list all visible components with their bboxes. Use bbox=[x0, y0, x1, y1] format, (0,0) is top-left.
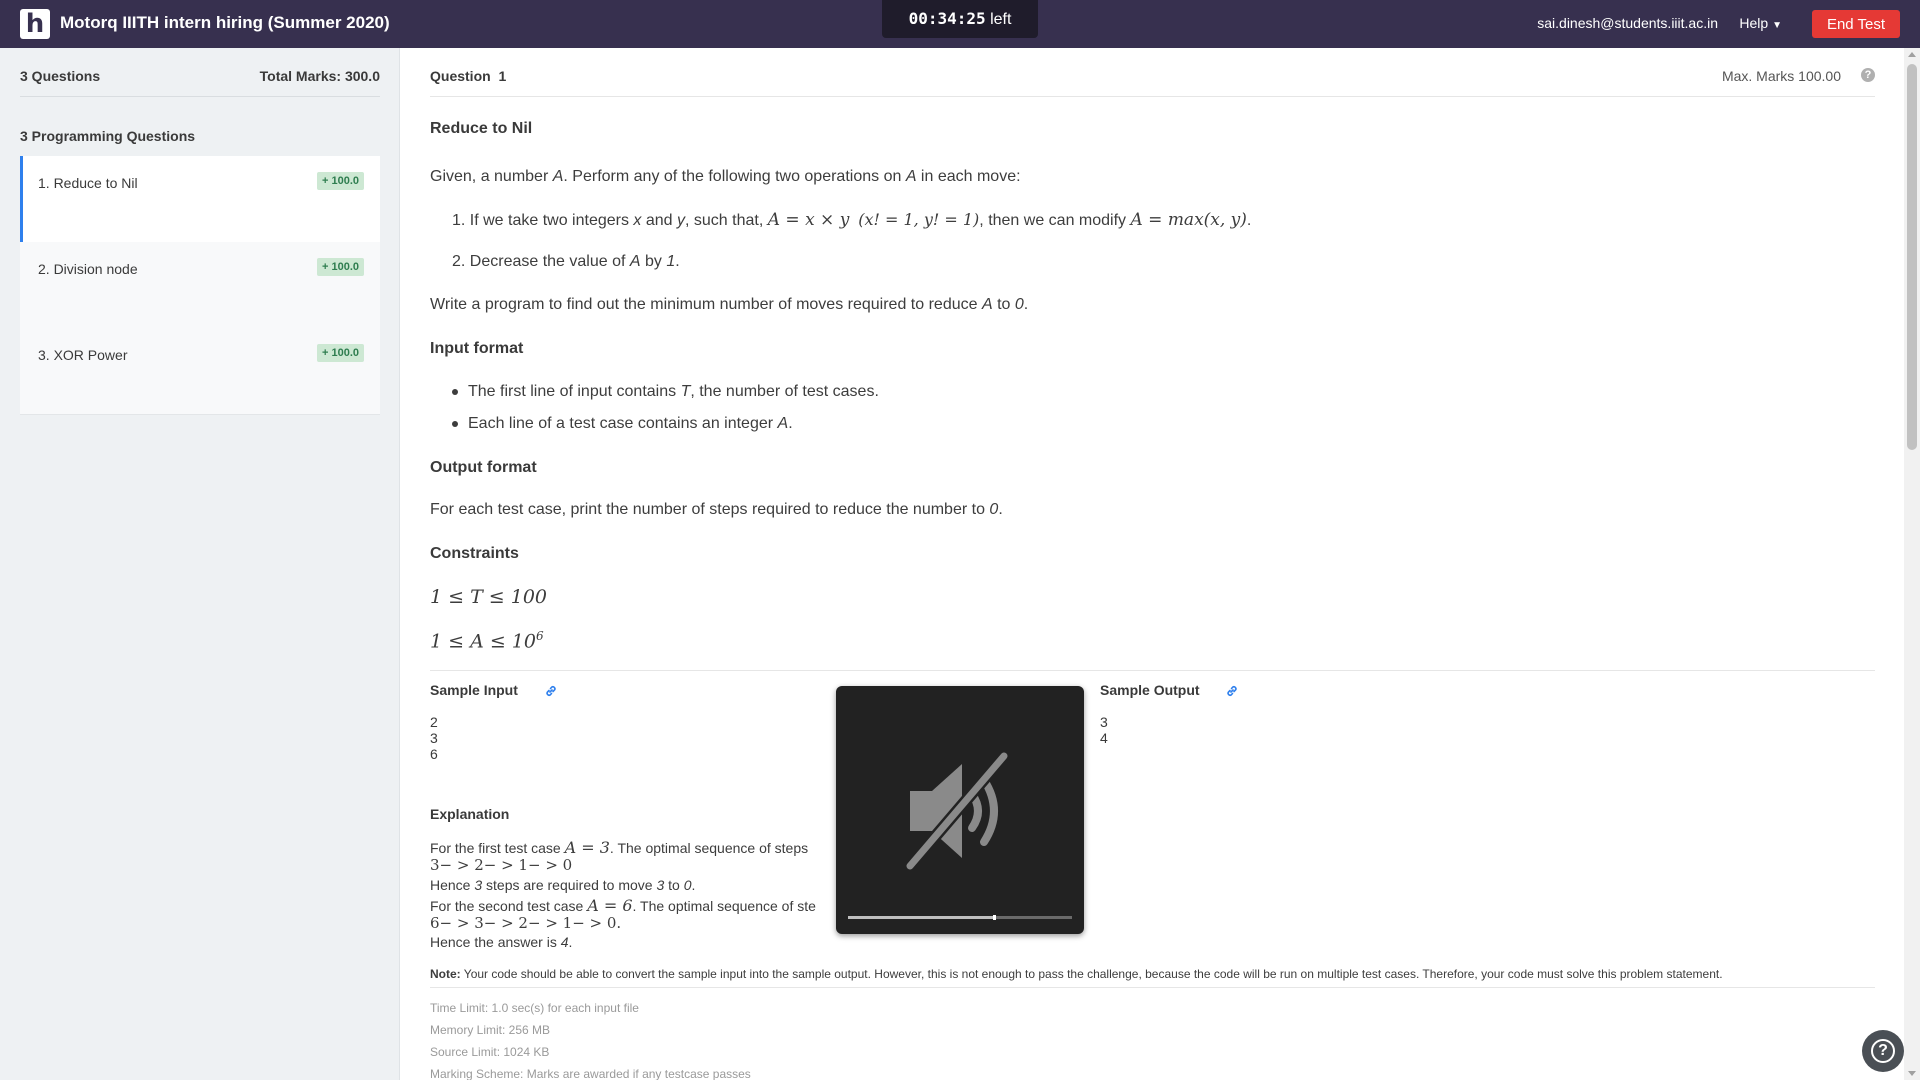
marks-badge: + 100.0 bbox=[316, 344, 364, 362]
sample-output-title: Sample Output bbox=[1100, 682, 1200, 698]
statement-intro: Given, a number A. Perform any of the fo… bbox=[430, 168, 1021, 185]
link-icon[interactable] bbox=[1225, 684, 1239, 698]
sample-output-text: 3 4 bbox=[1100, 714, 1108, 746]
input-format-heading: Input format bbox=[430, 340, 524, 357]
operation-1: 1. If we take two integers x and y, such… bbox=[452, 210, 1252, 230]
user-email: sai.dinesh@students.iiit.ac.in bbox=[1537, 15, 1718, 31]
source-limit: Source Limit: 1024 KB bbox=[430, 1045, 550, 1059]
sidebar-header: 3 Questions Total Marks: 300.0 bbox=[20, 68, 380, 97]
caret-down-icon: ▼ bbox=[1772, 20, 1782, 31]
constraints-heading: Constraints bbox=[430, 545, 519, 562]
constraint-2: 1 ≤ A ≤ 106 bbox=[430, 629, 544, 653]
video-progress-fill bbox=[848, 916, 994, 919]
video-progress-track[interactable] bbox=[848, 915, 1072, 920]
sample-input-title: Sample Input bbox=[430, 682, 518, 698]
operation-2: 2. Decrease the value of A by 1. bbox=[452, 253, 680, 270]
marks-badge: + 100.0 bbox=[316, 172, 364, 190]
scroll-down-arrow-icon[interactable] bbox=[1908, 1071, 1916, 1076]
input-format-item-2: Each line of a test case contains an int… bbox=[452, 415, 793, 433]
help-label: Help bbox=[1739, 15, 1769, 31]
page-scrollbar[interactable] bbox=[1904, 48, 1920, 1080]
help-circle-icon[interactable]: ? bbox=[1861, 68, 1875, 82]
bullet bbox=[452, 420, 458, 427]
explanation-line-5: 6− > 3− > 2− > 1− > 0. bbox=[430, 914, 622, 932]
explanation-title: Explanation bbox=[430, 806, 510, 822]
question-header: Question 1 Max. Marks 100.00 ? bbox=[430, 68, 1875, 97]
timer-suffix: left bbox=[990, 11, 1012, 28]
section-title: 3 Programming Questions bbox=[20, 128, 196, 144]
explanation-line-2: 3− > 2− > 1− > 0 bbox=[430, 856, 573, 874]
output-format-text: For each test case, print the number of … bbox=[430, 501, 1003, 518]
memory-limit: Memory Limit: 256 MB bbox=[430, 1023, 551, 1037]
top-bar: h Motorq IIITH intern hiring (Summer 202… bbox=[0, 0, 1920, 48]
total-marks: Total Marks: 300.0 bbox=[259, 68, 380, 84]
question-item-3[interactable]: 3. XOR Power + 100.0 bbox=[20, 328, 380, 415]
constraint-1: 1 ≤ T ≤ 100 bbox=[430, 586, 548, 608]
hackerearth-logo[interactable]: h bbox=[20, 9, 50, 39]
explanation-line-3: Hence 3 steps are required to move 3 to … bbox=[430, 877, 696, 893]
input-format-item-1: The first line of input contains T, the … bbox=[452, 383, 879, 401]
max-marks: Max. Marks 100.00 bbox=[1721, 68, 1841, 84]
question-item-2[interactable]: 2. Division node + 100.0 bbox=[20, 242, 380, 329]
timer-value: 00:34:25 bbox=[908, 9, 986, 28]
marks-badge: + 100.0 bbox=[316, 258, 364, 276]
note: Note: Your code should be able to conver… bbox=[430, 967, 1875, 988]
question-count: 3 Questions bbox=[20, 68, 101, 84]
question-item-label: 3. XOR Power bbox=[38, 347, 128, 363]
webcam-video-overlay[interactable] bbox=[836, 686, 1084, 934]
question-mark-icon: ? bbox=[1871, 1039, 1895, 1063]
end-test-button[interactable]: End Test bbox=[1812, 10, 1900, 38]
video-progress-thumb[interactable] bbox=[992, 915, 996, 920]
test-title: Motorq IIITH intern hiring (Summer 2020) bbox=[60, 13, 390, 32]
explanation-line-4: For the second test case A = 6. The opti… bbox=[430, 896, 816, 915]
scroll-up-arrow-icon[interactable] bbox=[1908, 52, 1916, 57]
explanation-line-6: Hence the answer is 4. bbox=[430, 934, 573, 950]
problem-panel: Question 1 Max. Marks 100.00 ? Reduce to… bbox=[400, 48, 1904, 1080]
time-limit: Time Limit: 1.0 sec(s) for each input fi… bbox=[430, 1001, 639, 1015]
help-dropdown[interactable]: Help ▼ bbox=[1739, 15, 1782, 31]
sample-input-text: 2 3 6 bbox=[430, 714, 438, 762]
problem-title: Reduce to Nil bbox=[430, 120, 533, 137]
statement-task: Write a program to find out the minimum … bbox=[430, 296, 1029, 313]
question-number: Question 1 bbox=[430, 68, 507, 84]
output-format-heading: Output format bbox=[430, 459, 537, 476]
divider bbox=[430, 670, 1875, 671]
countdown-timer: 00:34:25 left bbox=[882, 0, 1038, 38]
marking-scheme: Marking Scheme: Marks are awarded if any… bbox=[430, 1067, 751, 1080]
bullet bbox=[452, 388, 458, 395]
question-sidebar: 3 Questions Total Marks: 300.0 3 Program… bbox=[0, 48, 400, 1080]
floating-help-button[interactable]: ? bbox=[1862, 1030, 1904, 1072]
link-icon[interactable] bbox=[544, 684, 558, 698]
question-item-label: 1. Reduce to Nil bbox=[38, 175, 138, 191]
question-item-1[interactable]: 1. Reduce to Nil + 100.0 bbox=[20, 156, 380, 243]
explanation-line-1: For the first test case A = 3. The optim… bbox=[430, 838, 809, 857]
scrollbar-thumb[interactable] bbox=[1907, 64, 1917, 450]
speaker-muted-icon bbox=[904, 750, 1010, 872]
question-item-label: 2. Division node bbox=[38, 261, 138, 277]
